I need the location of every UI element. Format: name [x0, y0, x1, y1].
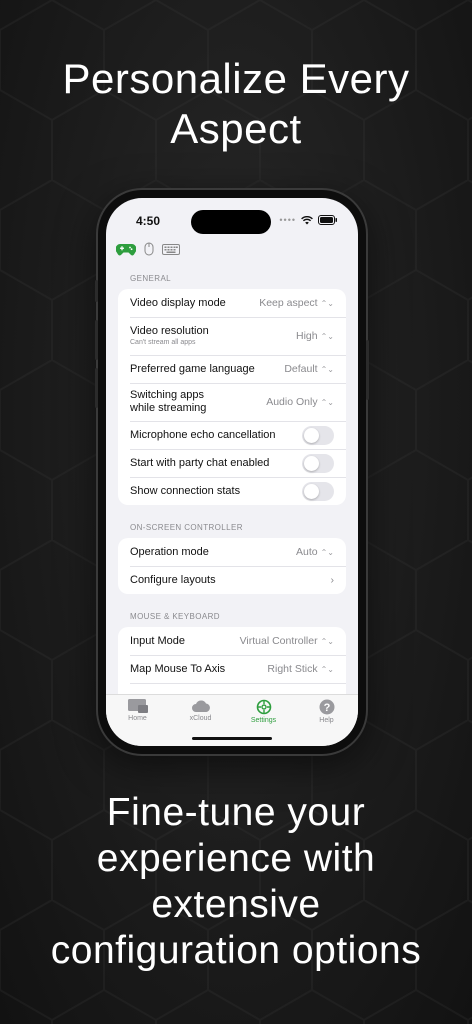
setting-value-text: High	[295, 330, 318, 342]
setting-input-mode[interactable]: Input Mode Virtual Controller ⌃⌄	[118, 627, 346, 655]
setting-label: Video display mode	[130, 296, 226, 309]
setting-label: Start with party chat enabled	[130, 456, 270, 469]
section-label-general: GENERAL	[130, 274, 172, 283]
cloud-icon	[191, 700, 210, 712]
setting-label-line: Switching apps	[130, 389, 204, 401]
chevron-right-icon: ›	[330, 574, 335, 586]
setting-preferred-game-language[interactable]: Preferred game language Default ⌃⌄	[118, 355, 346, 383]
status-time: 4:50	[136, 214, 161, 228]
setting-value: Right Stick ⌃⌄	[267, 663, 334, 675]
setting-value: Default ⌃⌄	[284, 363, 334, 375]
setting-value-text: Keep aspect	[259, 297, 318, 309]
setting-label: Input Mode	[130, 634, 186, 647]
settings-icon	[256, 699, 271, 715]
chevron-updown-icon: ⌃⌄	[320, 547, 334, 557]
setting-label: Microphone echo cancellation	[130, 428, 276, 441]
tab-help[interactable]: ? Help	[297, 699, 357, 746]
setting-value: High ⌃⌄	[296, 330, 334, 342]
toggle-switch[interactable]	[302, 425, 334, 445]
settings-group-mouse: Input Mode Virtual Controller ⌃⌄ Map Mous…	[118, 627, 346, 696]
setting-microphone-echo-cancellation: Microphone echo cancellation	[118, 421, 346, 449]
headline-bottom: Fine-tune your experience with extensive…	[0, 790, 472, 974]
toggle-switch[interactable]	[302, 481, 334, 501]
setting-value: Virtual Controller ⌃⌄	[240, 635, 334, 647]
chevron-updown-icon: ⌃⌄	[320, 397, 334, 407]
svg-text:?: ?	[323, 702, 330, 714]
wifi-icon	[301, 215, 313, 224]
setting-operation-mode[interactable]: Operation mode Auto ⌃⌄	[118, 538, 346, 566]
setting-value: Auto ⌃⌄	[296, 546, 334, 558]
setting-video-resolution[interactable]: Video resolution Can't stream all apps Hi…	[118, 317, 346, 355]
phone-frame: 4:50 •••• GENERAL Video display mode Kee…	[95, 190, 369, 754]
tab-label: Help	[319, 717, 334, 724]
setting-label: Configure layouts	[130, 573, 216, 586]
chevron-updown-icon: ⌃⌄	[320, 364, 334, 374]
setting-connection-stats: Show connection stats	[118, 477, 346, 505]
dynamic-island	[191, 210, 271, 234]
home-icon	[127, 699, 148, 713]
headline-bottom-line: Fine-tune your	[106, 791, 366, 834]
settings-group-general: Video display mode Keep aspect ⌃⌄ Video r…	[118, 289, 346, 505]
status-icons: ••••	[279, 215, 338, 225]
mouse-icon[interactable]	[144, 242, 154, 256]
tab-label: Settings	[250, 717, 277, 724]
setting-label-text: Video resolution	[130, 325, 209, 337]
headline-bottom-line: configuration options	[50, 929, 422, 972]
setting-party-chat: Start with party chat enabled	[118, 449, 346, 477]
help-icon: ?	[319, 699, 334, 715]
headline-top-line: Aspect	[170, 105, 302, 152]
setting-label: Video resolution Can't stream all apps	[130, 325, 209, 347]
section-label-mouse: MOUSE & KEYBOARD	[130, 612, 220, 621]
settings-group-controller: Operation mode Auto ⌃⌄ Configure layouts …	[118, 538, 346, 594]
tab-label: xCloud	[189, 715, 212, 722]
status-bar: 4:50 ••••	[106, 210, 358, 234]
setting-sublabel: Can't stream all apps	[130, 339, 196, 346]
battery-icon	[318, 215, 337, 225]
setting-map-mouse-axis[interactable]: Map Mouse To Axis Right Stick ⌃⌄	[118, 655, 346, 683]
setting-value: Keep aspect ⌃⌄	[259, 297, 334, 309]
phone-button	[95, 320, 98, 360]
phone-screen: 4:50 •••• GENERAL Video display mode Kee…	[106, 198, 358, 746]
chevron-updown-icon: ⌃⌄	[320, 636, 334, 646]
headline-top-line: Personalize Every	[62, 55, 410, 102]
setting-label: Operation mode	[130, 545, 209, 558]
setting-value: Audio Only ⌃⌄	[266, 396, 334, 408]
tab-label: Home	[128, 715, 147, 722]
keyboard-icon[interactable]	[162, 243, 180, 255]
headline-bottom-line: experience with	[96, 837, 376, 880]
chevron-updown-icon: ⌃⌄	[320, 664, 334, 674]
setting-value-text: Auto	[295, 546, 318, 558]
setting-configure-layouts[interactable]: Configure layouts ›	[118, 566, 346, 594]
phone-button	[95, 368, 98, 408]
home-indicator	[192, 737, 272, 740]
headline-top: Personalize Every Aspect	[0, 54, 472, 154]
gamepad-icon[interactable]	[116, 243, 136, 256]
tab-home[interactable]: Home	[108, 699, 168, 746]
setting-switching-apps[interactable]: Switching apps while streaming Audio Only…	[118, 383, 346, 421]
settings-list[interactable]: GENERAL Video display mode Keep aspect ⌃⌄…	[106, 264, 358, 696]
setting-video-display-mode[interactable]: Video display mode Keep aspect ⌃⌄	[118, 289, 346, 317]
setting-value-text: Right Stick	[267, 663, 318, 675]
phone-button	[95, 280, 98, 302]
headline-bottom-line: extensive	[151, 883, 321, 926]
chevron-updown-icon: ⌃⌄	[320, 331, 334, 341]
setting-value-text: Virtual Controller	[239, 635, 318, 647]
setting-value-text: Audio Only	[266, 396, 318, 408]
setting-label: Switching apps while streaming	[130, 389, 206, 415]
setting-label: Map Mouse To Axis	[130, 662, 226, 675]
setting-label: Preferred game language	[130, 362, 255, 375]
tab-bar: Home xCloud Settings ? Help	[106, 694, 358, 746]
section-label-controller: ON-SCREEN CONTROLLER	[130, 523, 243, 532]
setting-label-line: while streaming	[130, 402, 207, 414]
chevron-updown-icon: ⌃⌄	[320, 298, 334, 308]
setting-label: Show connection stats	[130, 484, 241, 497]
toggle-switch[interactable]	[302, 453, 334, 473]
setting-value-text: Default	[284, 363, 318, 375]
input-type-icons	[116, 242, 180, 256]
phone-button	[366, 340, 369, 400]
signal-icon: ••••	[279, 215, 296, 225]
